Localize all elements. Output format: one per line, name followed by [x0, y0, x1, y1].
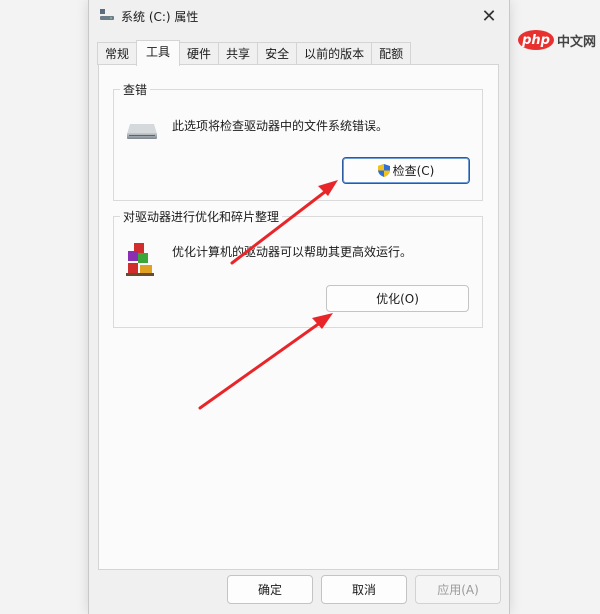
php-cn-watermark: php 中文网 — [518, 30, 596, 50]
title-bar: 系统 (C:) 属性 ✕ — [89, 0, 509, 32]
php-logo: php — [518, 30, 554, 50]
drive-window-icon — [100, 9, 114, 20]
optimize-description: 优化计算机的驱动器可以帮助其更高效运行。 — [172, 245, 413, 259]
optimize-group-title: 对驱动器进行优化和碎片整理 — [120, 208, 283, 225]
tab-sharing[interactable]: 共享 — [218, 42, 259, 65]
drive-icon — [127, 124, 157, 139]
check-button-label: 检查(C) — [392, 164, 435, 178]
tab-hardware[interactable]: 硬件 — [179, 42, 220, 65]
optimize-button-label: 优化(O) — [376, 292, 419, 306]
check-group: 查错 此选项将检查驱动器中的文件系统错误。 检查(C) — [113, 81, 483, 201]
cancel-button[interactable]: 取消 — [321, 575, 407, 604]
tab-general[interactable]: 常规 — [97, 42, 138, 65]
cancel-button-label: 取消 — [351, 583, 376, 597]
close-button[interactable]: ✕ — [475, 2, 503, 30]
check-button[interactable]: 检查(C) — [342, 157, 470, 184]
properties-window: 系统 (C:) 属性 ✕ 常规 工具 硬件 共享 安全 以前的版本 配额 查错 — [88, 0, 510, 614]
check-description: 此选项将检查驱动器中的文件系统错误。 — [172, 119, 389, 133]
optimize-group: 对驱动器进行优化和碎片整理 优化计算机的驱动器可以帮助其更高效运行。 优化(O) — [113, 208, 483, 328]
apply-button-label: 应用(A) — [437, 583, 479, 597]
check-group-title: 查错 — [120, 81, 151, 98]
optimize-button[interactable]: 优化(O) — [326, 285, 469, 312]
tab-previous-versions[interactable]: 以前的版本 — [296, 42, 373, 65]
ok-button[interactable]: 确定 — [227, 575, 313, 604]
tab-security[interactable]: 安全 — [257, 42, 298, 65]
apply-button: 应用(A) — [415, 575, 501, 604]
defrag-icon — [126, 243, 154, 276]
tab-strip: 常规 工具 硬件 共享 安全 以前的版本 配额 — [97, 40, 412, 66]
uac-shield-icon — [377, 164, 390, 177]
tools-panel: 查错 此选项将检查驱动器中的文件系统错误。 检查(C) 对驱动器进行优化和碎片整… — [98, 64, 499, 570]
window-title: 系统 (C:) 属性 — [121, 10, 199, 24]
tab-tools[interactable]: 工具 — [136, 40, 181, 66]
site-name: 中文网 — [557, 34, 597, 50]
ok-button-label: 确定 — [257, 583, 282, 597]
tab-quota[interactable]: 配额 — [371, 42, 412, 65]
close-icon: ✕ — [481, 5, 497, 27]
